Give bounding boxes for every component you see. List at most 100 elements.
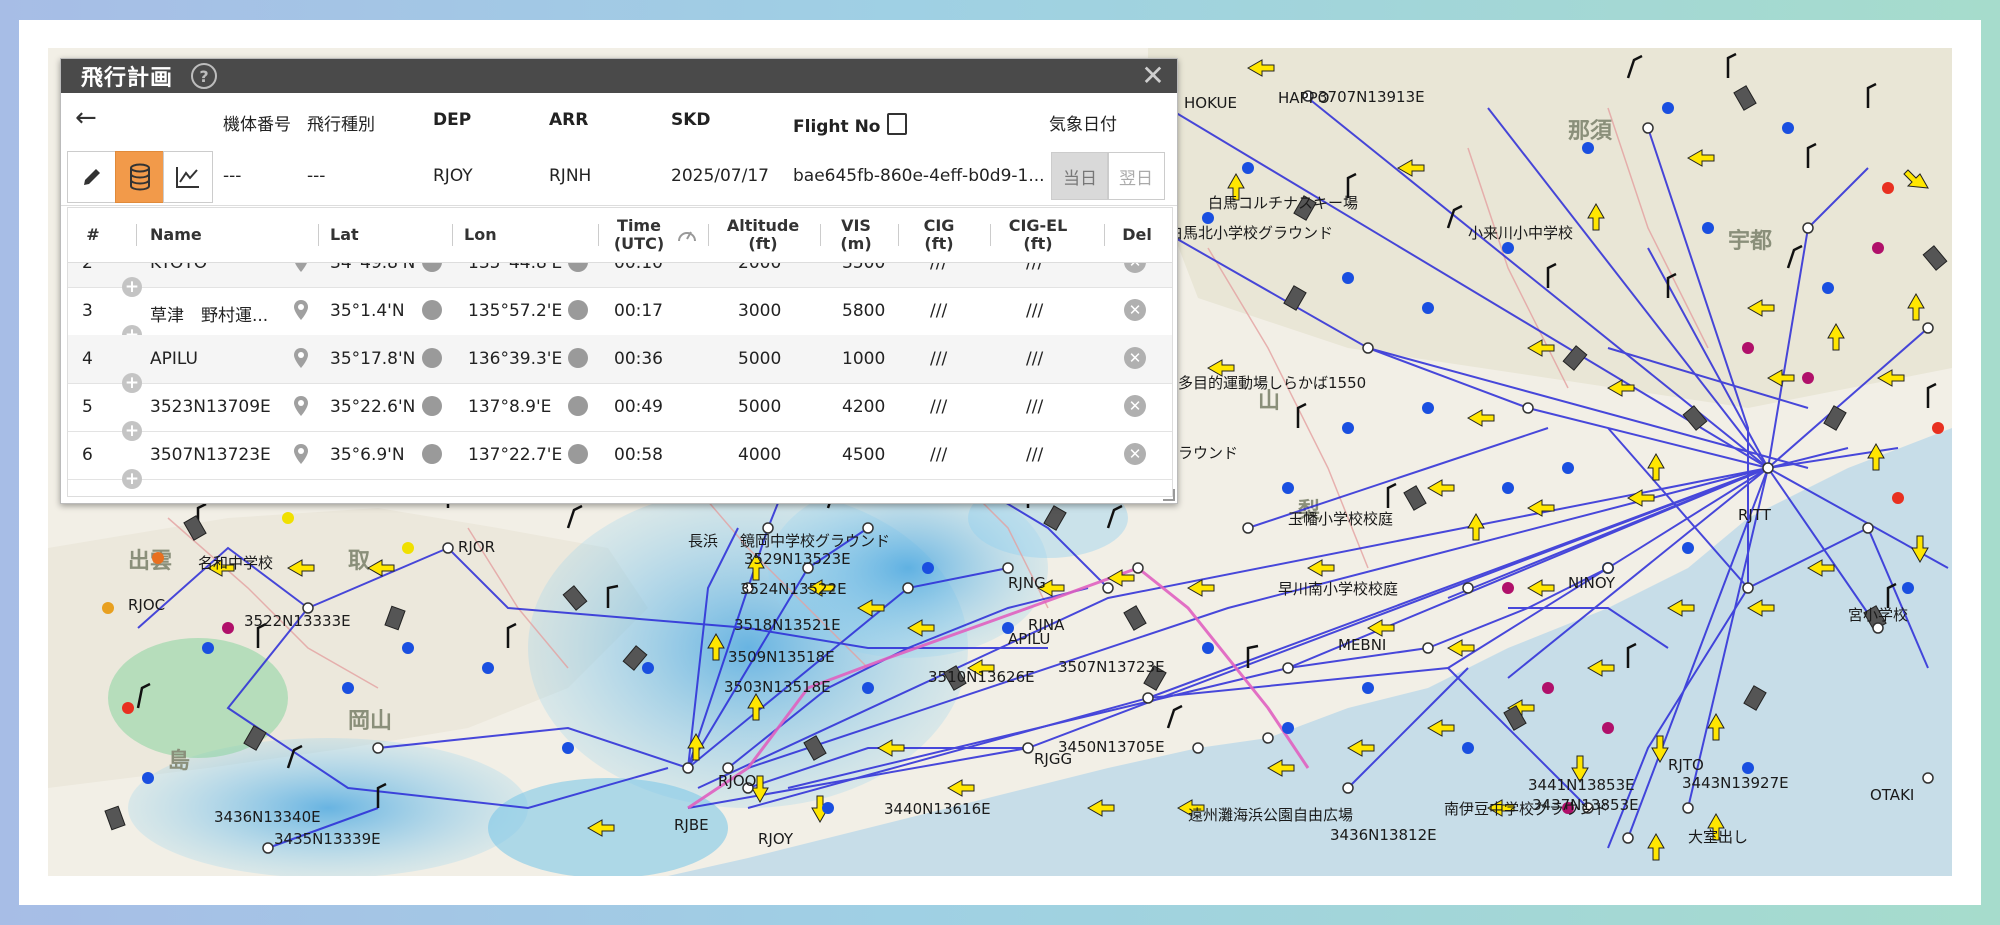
- skd-label: SKD: [671, 110, 711, 130]
- database-icon: [130, 163, 150, 191]
- tomorrow-button[interactable]: 翌日: [1107, 152, 1165, 200]
- flight-no-label: Flight No: [793, 109, 907, 137]
- globe-icon[interactable]: [422, 263, 442, 272]
- globe-icon[interactable]: [568, 348, 588, 368]
- row-lat: 35°6.9'N: [330, 445, 405, 465]
- table-row[interactable]: 4 APILU 35°17.8'N 136°39.3'E 00:36 5000 …: [68, 335, 1172, 384]
- map-label: NINOY: [1568, 574, 1616, 592]
- today-button[interactable]: 当日: [1051, 152, 1109, 200]
- row-lon: 135°57.2'E: [468, 301, 563, 321]
- dep-label: DEP: [433, 110, 472, 130]
- globe-icon[interactable]: [422, 444, 442, 464]
- row-cig: ///: [930, 301, 948, 321]
- map-pin-icon[interactable]: [294, 396, 308, 416]
- edit-pencil-button[interactable]: [67, 151, 117, 203]
- aircraft-number-value: ---: [223, 166, 242, 186]
- col-altitude-line1: Altitude: [726, 216, 800, 235]
- map-label: 宮小学校: [1848, 606, 1908, 624]
- row-cig: ///: [930, 397, 948, 417]
- col-cig-line1: CIG: [923, 216, 955, 235]
- col-cig-line2: (ft): [924, 234, 954, 253]
- globe-icon[interactable]: [422, 348, 442, 368]
- close-icon[interactable]: ✕: [1139, 62, 1167, 90]
- database-button[interactable]: [115, 151, 165, 203]
- table-body[interactable]: 2 KYOTO 34°49.8'N 135°44.8'E 00:10 2000 …: [68, 263, 1172, 496]
- map-label: 白馬北小学校グラウンド: [1168, 224, 1333, 242]
- col-vis-line2: (m): [840, 234, 872, 253]
- flight-type-value: ---: [307, 166, 326, 186]
- map-label: RJOO: [718, 772, 756, 790]
- map-label: RJBE: [674, 816, 709, 834]
- resize-handle-icon[interactable]: [1163, 489, 1175, 501]
- row-lon: 137°8.9'E: [468, 397, 552, 417]
- delete-row-icon[interactable]: ✕: [1124, 395, 1146, 417]
- delete-row-icon[interactable]: ✕: [1124, 263, 1146, 273]
- row-lon: 137°22.7'E: [468, 445, 563, 465]
- row-time: 00:49: [614, 397, 663, 417]
- map-label: RJOY: [758, 830, 794, 848]
- map-label: RJNG: [1008, 574, 1046, 592]
- col-num: #: [86, 225, 100, 244]
- row-cig: ///: [930, 349, 948, 369]
- globe-icon[interactable]: [568, 396, 588, 416]
- delete-row-icon[interactable]: ✕: [1124, 299, 1146, 321]
- row-altitude: 5000: [738, 349, 782, 369]
- row-cig: ///: [930, 445, 948, 465]
- globe-icon[interactable]: [422, 396, 442, 416]
- plan-header-row: ← 機体番号 飛行種別 DEP ARR SKD Flight No 気象日付: [61, 93, 1177, 147]
- col-lat: Lat: [330, 225, 359, 244]
- chart-button[interactable]: [163, 151, 213, 203]
- table-row[interactable]: 2 KYOTO 34°49.8'N 135°44.8'E 00:10 2000 …: [68, 263, 1172, 288]
- flight-plan-panel: 飛行計画 ? ✕ ← 機体番号 飛行種別 DEP ARR SKD Flight …: [60, 58, 1178, 504]
- map-label: 3507N13723E: [1058, 658, 1165, 676]
- delete-row-icon[interactable]: ✕: [1124, 347, 1146, 369]
- svg-text:宇都: 宇都: [1728, 229, 1772, 254]
- map-label: HOKUE: [1184, 94, 1237, 112]
- map-pin-icon[interactable]: [294, 263, 308, 272]
- map-label: 3436N13812E: [1330, 826, 1437, 844]
- row-time: 00:36: [614, 349, 663, 369]
- globe-icon[interactable]: [568, 263, 588, 272]
- row-num: 4: [82, 349, 93, 369]
- globe-icon[interactable]: [568, 300, 588, 320]
- help-icon[interactable]: ?: [191, 63, 218, 89]
- table-row[interactable]: 5 3523N13709E 35°22.6'N 137°8.9'E 00:49 …: [68, 383, 1172, 432]
- copy-icon[interactable]: [882, 109, 907, 135]
- insert-waypoint-icon[interactable]: +: [122, 469, 142, 489]
- delete-row-icon[interactable]: ✕: [1124, 443, 1146, 465]
- row-lat: 35°1.4'N: [330, 301, 405, 321]
- svg-text:取: 取: [348, 549, 370, 574]
- table-row[interactable]: 6 3507N13723E 35°6.9'N 137°22.7'E 00:58 …: [68, 431, 1172, 480]
- waypoint-table: # Name Lat Lon Time (UTC) Altitude (ft): [67, 207, 1173, 497]
- col-lon: Lon: [464, 225, 497, 244]
- map-pin-icon[interactable]: [294, 444, 308, 464]
- gauge-icon[interactable]: [676, 225, 698, 245]
- map-label: 3518N13521E: [734, 616, 841, 634]
- map-label: RJTO: [1668, 756, 1704, 774]
- flight-no-label-text: Flight No: [793, 117, 881, 137]
- row-vis: 5800: [842, 301, 886, 321]
- row-lat: 34°49.8'N: [330, 263, 416, 273]
- dep-value: RJOY: [433, 166, 473, 186]
- row-lon: 135°44.8'E: [468, 263, 563, 273]
- line-chart-icon: [176, 167, 199, 188]
- col-del: Del: [1122, 225, 1152, 244]
- row-num: 6: [82, 445, 93, 465]
- row-altitude: 5000: [738, 397, 782, 417]
- back-arrow-icon[interactable]: ←: [75, 103, 97, 133]
- row-lon: 136°39.3'E: [468, 349, 563, 369]
- col-altitude: Altitude (ft): [718, 208, 808, 262]
- map-label: 白馬コルチナスキー場: [1208, 194, 1358, 212]
- table-row[interactable]: 3 草津 野村運... 35°1.4'N 135°57.2'E 00:17 30…: [68, 287, 1172, 336]
- svg-text:島: 島: [168, 748, 190, 774]
- row-num: 3: [82, 301, 93, 321]
- map-pin-icon[interactable]: [294, 300, 308, 320]
- plan-values-row: --- --- RJOY RJNH 2025/07/17 bae645fb-86…: [61, 147, 1177, 206]
- col-cig-el-line2: (ft): [1023, 234, 1053, 253]
- map-label: OTAKI: [1870, 786, 1914, 804]
- globe-icon[interactable]: [422, 300, 442, 320]
- col-vis: VIS (m): [826, 208, 886, 262]
- globe-icon[interactable]: [568, 444, 588, 464]
- panel-titlebar[interactable]: 飛行計画 ? ✕: [61, 59, 1177, 93]
- map-pin-icon[interactable]: [294, 348, 308, 368]
